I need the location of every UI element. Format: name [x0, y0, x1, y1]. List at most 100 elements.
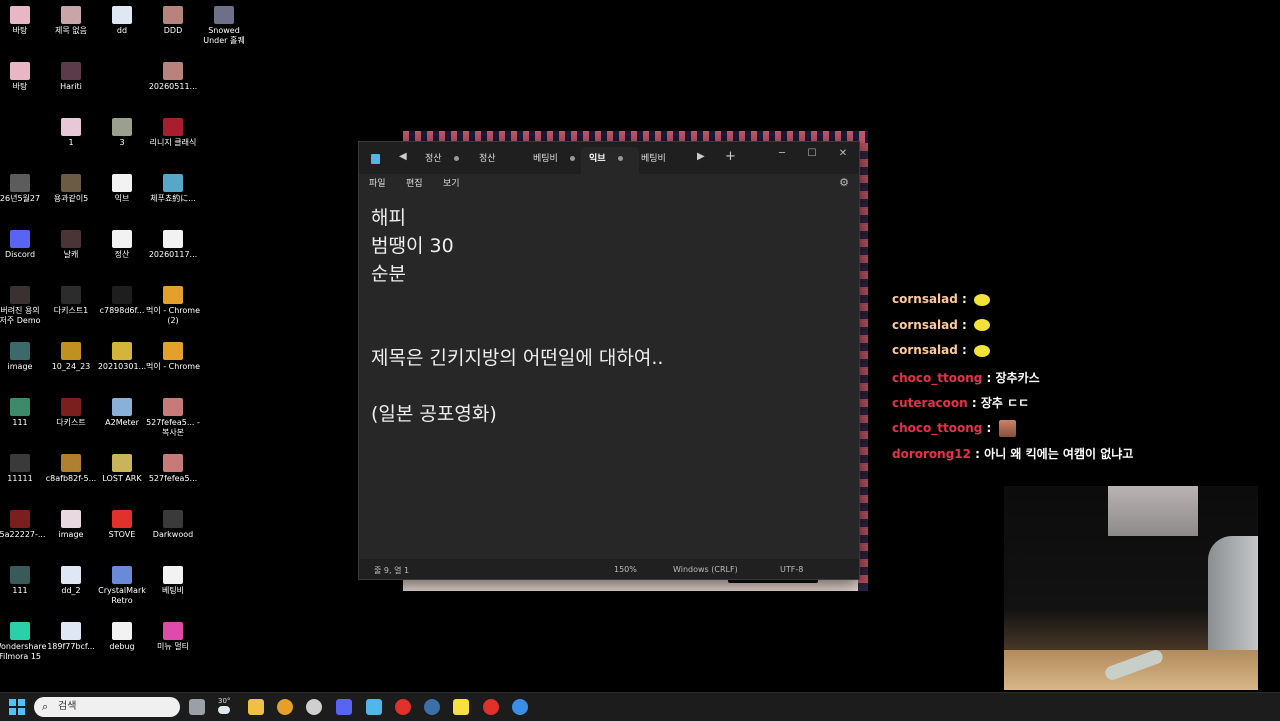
- desktop-icon[interactable]: 527fefea5...: [145, 454, 201, 484]
- weather-widget[interactable]: 30°: [218, 697, 238, 714]
- desktop-icon[interactable]: A2Meter: [94, 398, 150, 428]
- desktop-icon-label: debug: [109, 642, 135, 651]
- desktop-icon[interactable]: debug: [94, 622, 150, 652]
- chat-username: cornsalad: [892, 292, 958, 306]
- desktop-icon-label: dd_2: [61, 586, 81, 595]
- stove-icon[interactable]: [483, 699, 499, 715]
- desktop-icon[interactable]: 제목 없음: [43, 6, 99, 36]
- menu-file[interactable]: 파일: [369, 176, 386, 189]
- desktop-icon[interactable]: LOST ARK: [94, 454, 150, 484]
- desktop-icon[interactable]: 먹이 - Chrome (2): [145, 286, 201, 326]
- chat-username: choco_ttoong: [892, 370, 983, 385]
- youtube-icon[interactable]: [395, 699, 411, 715]
- desktop-icon-image: [112, 566, 132, 584]
- text-editor[interactable]: 해피 범땡이 30 순분 제목은 긴키지방의 어떤일에 대하여.. (일본 공포영화): [371, 204, 841, 428]
- desktop-icon[interactable]: 11111: [0, 454, 48, 484]
- desktop-icon[interactable]: c7898d6f...: [94, 286, 150, 316]
- menu-view[interactable]: 보기: [443, 176, 460, 189]
- chat-separator: :: [957, 317, 972, 332]
- chat-message: cornsalad :: [892, 343, 1252, 369]
- desktop-icon[interactable]: DDD: [145, 6, 201, 36]
- close-icon[interactable]: ✕: [833, 148, 853, 159]
- chat-text: 장추 ㄷㄷ: [980, 396, 1030, 410]
- gear-icon[interactable]: ⚙: [839, 176, 849, 189]
- chrome-icon[interactable]: [277, 699, 293, 715]
- desktop-icon[interactable]: 체푸쵸約に...: [145, 174, 201, 204]
- desktop-icon[interactable]: 3: [94, 118, 150, 148]
- desktop-icon[interactable]: 베팅비: [145, 566, 201, 596]
- tab-1[interactable]: 정산: [471, 147, 531, 174]
- steam-icon[interactable]: [424, 699, 440, 715]
- desktop-icon-label: 먹이 - Chrome (2): [145, 306, 201, 325]
- desktop-icon-label: 바탕: [12, 26, 28, 35]
- desktop-icon[interactable]: image: [0, 342, 48, 372]
- desktop-icon[interactable]: 111: [0, 566, 48, 596]
- desktop-icon[interactable]: 26년5월27: [0, 174, 48, 204]
- text-line: (일본 공포영화): [371, 403, 497, 425]
- app-icon[interactable]: [512, 699, 528, 715]
- desktop-icon[interactable]: 리니지 클래식: [145, 118, 201, 148]
- desktop-icon[interactable]: dd_2: [43, 566, 99, 596]
- tab-2[interactable]: 베팅비: [525, 147, 587, 174]
- steam-clock-icon[interactable]: [306, 699, 322, 715]
- desktop-icon[interactable]: c8afb82f-5...: [43, 454, 99, 484]
- desktop-icon[interactable]: 1: [43, 118, 99, 148]
- status-bar: 줄 9, 열 1 150% Windows (CRLF) UTF-8: [359, 559, 859, 579]
- desktop-icon[interactable]: 정산: [94, 230, 150, 260]
- desktop-icon-label: image: [58, 530, 84, 539]
- task-view-icon[interactable]: [189, 699, 205, 715]
- desktop-icon-image: [112, 118, 132, 136]
- desktop-icon-image: [61, 622, 81, 640]
- desktop-icon[interactable]: 다키스트: [43, 398, 99, 428]
- text-line: [371, 372, 841, 400]
- desktop-icon-image: [163, 454, 183, 472]
- kakaotalk-icon[interactable]: [453, 699, 469, 715]
- chat-overlay: cornsalad : cornsalad : cornsalad : choc…: [892, 292, 1252, 471]
- minimize-icon[interactable]: ─: [772, 148, 792, 159]
- desktop-icon[interactable]: 미뉴 멀티: [145, 622, 201, 652]
- desktop-icon[interactable]: image: [43, 510, 99, 540]
- tab-3[interactable]: 익브: [581, 147, 639, 174]
- desktop-icon-image: [163, 342, 183, 360]
- desktop-icon[interactable]: dd: [94, 6, 150, 36]
- tab-0[interactable]: 정산: [417, 147, 477, 174]
- desktop-icon[interactable]: Wondershare Filmora 15: [0, 622, 48, 662]
- desktop-icon[interactable]: 189f77bcf...: [43, 622, 99, 652]
- windows-start-icon[interactable]: [9, 699, 25, 715]
- add-tab-button[interactable]: +: [725, 149, 736, 164]
- desktop-icon[interactable]: 익브: [94, 174, 150, 204]
- desktop-icon[interactable]: 바탕: [0, 6, 48, 36]
- desktop-icon[interactable]: STOVE: [94, 510, 150, 540]
- taskbar-search[interactable]: ⌕ 검색: [34, 697, 180, 717]
- desktop-icon[interactable]: 111: [0, 398, 48, 428]
- desktop-icon[interactable]: 527fefea5... - 복사본: [145, 398, 201, 438]
- desktop-icon-label: Darkwood: [152, 530, 194, 539]
- desktop-icon[interactable]: 20260511...: [145, 62, 201, 92]
- desktop-icon[interactable]: 먹이 - Chrome: [145, 342, 201, 372]
- notepad-icon[interactable]: [366, 699, 382, 715]
- maximize-icon[interactable]: ☐: [802, 148, 822, 159]
- desktop-icon-label: CrystalMark Retro: [98, 586, 146, 605]
- desktop-icon[interactable]: 바탕: [0, 62, 48, 92]
- tab-scroll-left-icon[interactable]: ◀: [399, 151, 407, 162]
- discord-icon[interactable]: [336, 699, 352, 715]
- desktop-icon[interactable]: 20210301...: [94, 342, 150, 372]
- desktop-icon[interactable]: 05a22227-...: [0, 510, 48, 540]
- desktop-icon[interactable]: CrystalMark Retro: [94, 566, 150, 606]
- chat-username: dororong12: [892, 447, 971, 461]
- desktop-icon[interactable]: 날캐: [43, 230, 99, 260]
- menu-edit[interactable]: 편집: [406, 176, 423, 189]
- file-explorer-icon[interactable]: [248, 699, 264, 715]
- desktop-icon[interactable]: 10_24_23: [43, 342, 99, 372]
- desktop-icon[interactable]: Snowed Under 홀퀘: [196, 6, 252, 46]
- desktop-icon[interactable]: 용과같이5: [43, 174, 99, 204]
- desktop-icon-image: [61, 62, 81, 80]
- desktop-icon[interactable]: 20260117...: [145, 230, 201, 260]
- tab-4[interactable]: 베팅비: [633, 147, 701, 174]
- desktop-icon[interactable]: Discord: [0, 230, 48, 260]
- desktop-icon[interactable]: 버려진 용의 저주 Demo: [0, 286, 48, 326]
- desktop-icon[interactable]: Hariti: [43, 62, 99, 92]
- desktop-icon[interactable]: 다키스트1: [43, 286, 99, 316]
- tab-scroll-right-icon[interactable]: ▶: [697, 151, 705, 162]
- desktop-icon[interactable]: Darkwood: [145, 510, 201, 540]
